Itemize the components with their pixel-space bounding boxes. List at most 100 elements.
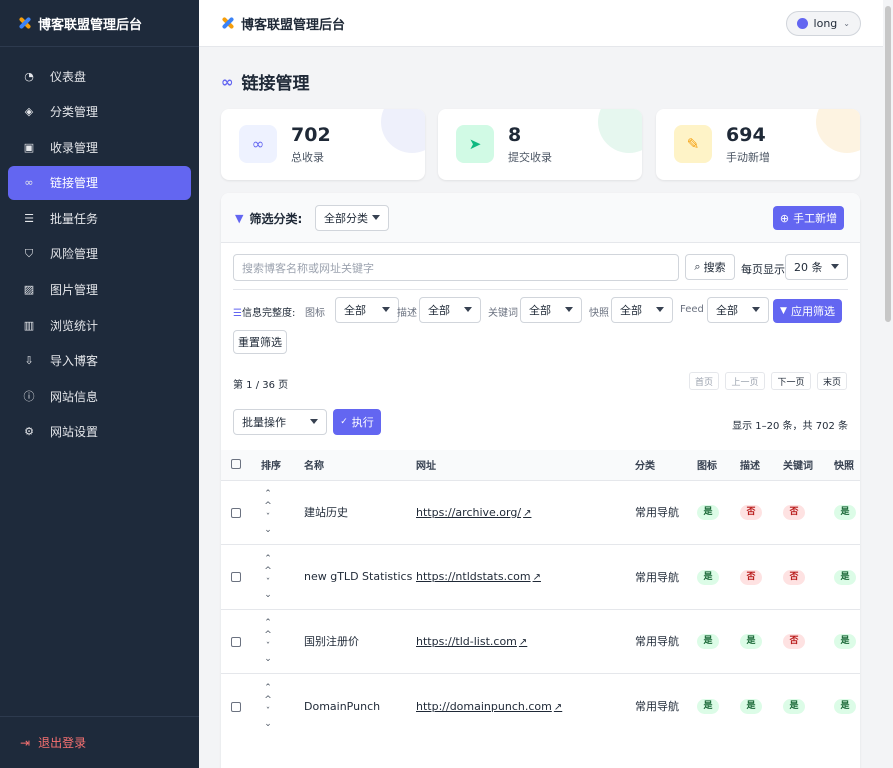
add-manual-button[interactable]: ⊕ 手工新增 (773, 206, 844, 230)
sidebar-item-5[interactable]: ⛉ 风险管理 (8, 237, 191, 271)
search-button[interactable]: ⌕ 搜索 (685, 254, 735, 280)
stat-card: ➤ 8 提交收录 (438, 109, 642, 180)
page-info: 第 1 / 36 页 (233, 380, 289, 391)
per-page-select[interactable]: 20 条 (785, 254, 848, 280)
sidebar-item-7[interactable]: ▥ 浏览统计 (8, 308, 191, 342)
caret-down-icon (565, 307, 573, 312)
logout-button[interactable]: ⇥ 退出登录 (0, 716, 199, 768)
field-filter-select[interactable]: 全部 (707, 297, 769, 323)
sidebar-item-0[interactable]: ◔ 仪表盘 (8, 59, 191, 93)
sidebar-item-label: 收录管理 (50, 140, 99, 155)
stat-value: 8 (508, 124, 522, 146)
move-down-icon[interactable]: ˇ (266, 641, 271, 653)
table-header-row: 排序 名称 网址 分类 图标 描述 关键词 快照 (221, 450, 860, 480)
execute-button[interactable]: ✓ 执行 (333, 409, 381, 435)
field-filter-select[interactable]: 全部 (611, 297, 673, 323)
move-top-icon[interactable]: ⌃ (264, 553, 272, 565)
move-up-icon[interactable]: ^ (264, 565, 272, 577)
sidebar-item-6[interactable]: ▨ 图片管理 (8, 273, 191, 307)
external-link-icon: ↗ (523, 507, 532, 519)
stat-label: 手动新增 (726, 151, 770, 164)
bulk-action-value: 批量操作 (242, 416, 286, 429)
user-menu-button[interactable]: long ⌄ (785, 11, 861, 36)
filter-label: ▼ 筛选分类: (235, 210, 302, 227)
link-url[interactable]: http://domainpunch.com ↗ (416, 700, 562, 713)
move-down-icon[interactable]: ˇ (266, 706, 271, 718)
sidebar-item-1[interactable]: ◈ 分类管理 (8, 95, 191, 129)
prev-page-button[interactable]: 上一页 (725, 372, 765, 390)
sidebar-item-label: 导入博客 (50, 354, 99, 369)
status-badge: 否 (783, 634, 805, 650)
apply-filter-button[interactable]: ▼ 应用筛选 (773, 299, 842, 323)
move-top-icon[interactable]: ⌃ (264, 682, 272, 694)
caret-down-icon (382, 307, 390, 312)
move-bottom-icon[interactable]: ⌄ (264, 718, 272, 730)
move-bottom-icon[interactable]: ⌄ (264, 524, 272, 536)
caret-down-icon (464, 307, 472, 312)
topbar: 博客联盟管理后台 long ⌄ (199, 0, 883, 47)
user-avatar-icon (796, 18, 808, 29)
search-input[interactable]: 搜索博客名称或网址关键字 (233, 254, 679, 281)
link-name: 国别注册价 (304, 635, 359, 649)
sidebar-item-3[interactable]: ∞ 链接管理 (8, 165, 191, 200)
move-top-icon[interactable]: ⌃ (264, 488, 272, 500)
link-url[interactable]: https://ntldstats.com ↗ (416, 570, 541, 583)
status-badge: 是 (697, 699, 719, 714)
stat-card: ✎ 694 手动新增 (656, 109, 860, 180)
row-checkbox[interactable] (231, 572, 241, 583)
sidebar-item-9[interactable]: ⓘ 网站信息 (8, 379, 191, 413)
row-checkbox[interactable] (231, 701, 241, 712)
move-up-icon[interactable]: ^ (264, 500, 272, 512)
sidebar-item-4[interactable]: ☰ 批量任务 (8, 201, 191, 235)
next-page-button[interactable]: 下一页 (771, 372, 811, 390)
link-url[interactable]: https://archive.org/↗ (416, 506, 531, 519)
links-panel: ▼ 筛选分类: 全部分类 ⊕ 手工新增 搜索博客名称或网址关键字 ⌕ 搜索 每页显示… (221, 193, 860, 768)
select-all-checkbox[interactable] (231, 459, 241, 470)
bulk-action-select[interactable]: 批量操作 (233, 409, 327, 435)
category-select[interactable]: 全部分类 (315, 205, 389, 231)
sort-controls: ⌃ ^ ˇ ⌄ (261, 553, 275, 601)
add-icon: ⊕ (779, 211, 790, 225)
row-checkbox[interactable] (231, 636, 241, 647)
field-filter-value: 全部 (529, 304, 551, 317)
link-icon: ∞ (239, 125, 277, 163)
field-filter-select[interactable]: 全部 (520, 297, 582, 323)
last-page-button[interactable]: 末页 (817, 372, 847, 390)
search-button-label: 搜索 (703, 261, 726, 274)
field-filter-select[interactable]: 全部 (335, 297, 399, 323)
move-bottom-icon[interactable]: ⌄ (264, 589, 272, 601)
sidebar-item-8[interactable]: ⇩ 导入博客 (8, 344, 191, 378)
move-up-icon[interactable]: ^ (264, 629, 272, 641)
move-top-icon[interactable]: ⌃ (264, 617, 272, 629)
sidebar-item-10[interactable]: ⚙ 网站设置 (8, 415, 191, 449)
row-checkbox[interactable] (231, 507, 241, 518)
move-up-icon[interactable]: ^ (264, 694, 272, 706)
move-down-icon[interactable]: ˇ (266, 512, 271, 524)
completeness-label: ☰信息完整度: (233, 304, 295, 319)
reset-filter-button[interactable]: 重置筛选 (233, 330, 287, 354)
reset-filter-label: 重置筛选 (238, 336, 282, 349)
sign-out-icon: ⇥ (20, 735, 31, 750)
move-bottom-icon[interactable]: ⌄ (264, 653, 272, 665)
move-down-icon[interactable]: ˇ (266, 577, 271, 589)
first-page-button[interactable]: 首页 (689, 372, 719, 390)
sidebar: 博客联盟管理后台 ◔ 仪表盘 ◈ 分类管理 ▣ 收录管理 ∞ 链接管理 ☰ 批量任务 ⛉ 风险管理 ▨ 图… (0, 0, 199, 768)
sidebar-item-2[interactable]: ▣ 收录管理 (8, 130, 191, 164)
scrollbar-thumb[interactable] (885, 6, 891, 322)
brand-title: 博客联盟管理后台 (38, 17, 143, 33)
info-icon: ⓘ (23, 390, 35, 404)
link-url-text: https://archive.org/ (416, 505, 522, 519)
field-filter-value: 全部 (344, 304, 366, 317)
add-manual-label: 手工新增 (793, 212, 838, 225)
layers-icon: ◈ (24, 105, 34, 119)
field-filter-select[interactable]: 全部 (419, 297, 481, 323)
sort-controls: ⌃ ^ ˇ ⌄ (261, 682, 275, 730)
sidebar-item-label: 链接管理 (50, 176, 99, 191)
col-header-keywords: 关键词 (783, 461, 813, 473)
brand[interactable]: 博客联盟管理后台 (0, 0, 199, 47)
execute-label: 执行 (351, 416, 374, 429)
link-url[interactable]: https://tld-list.com ↗ (416, 635, 527, 648)
page-scrollbar[interactable] (883, 0, 893, 768)
caret-down-icon (752, 307, 760, 312)
status-badge: 是 (834, 634, 856, 650)
